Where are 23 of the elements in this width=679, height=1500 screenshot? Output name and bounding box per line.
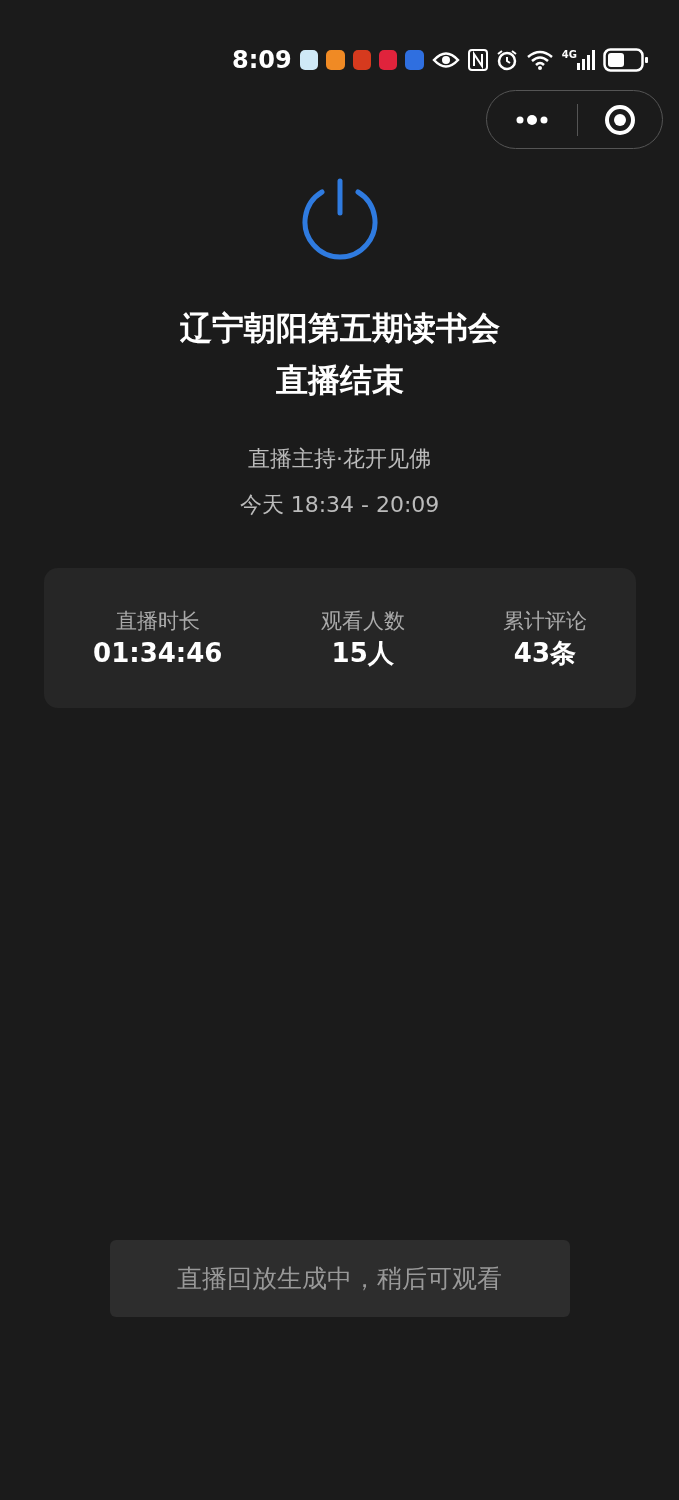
status-time: 8:09 (232, 45, 292, 75)
app-icon (378, 50, 398, 70)
eye-icon (431, 50, 460, 70)
signal-icon (577, 50, 595, 70)
status-heading: 直播结束 (275, 360, 404, 401)
nfc-icon (467, 49, 488, 71)
stat-label: 累计评论 (502, 608, 587, 635)
wifi-icon (525, 49, 554, 71)
time-range: 今天 18:34 - 20:09 (239, 491, 440, 519)
event-title: 辽宁朝阳第五期读书会 (179, 308, 500, 349)
toast-message: 直播回放生成中，稍后可观看 (109, 1240, 570, 1317)
app-icon (326, 50, 345, 70)
host-name: 直播主持·花开见佛 (248, 445, 431, 473)
stat-label: 直播时长 (115, 608, 200, 635)
network-type: 4G (561, 50, 577, 60)
stat-value: 15人 (331, 637, 394, 670)
app-icon (405, 50, 424, 70)
app-icon (352, 50, 371, 70)
stat-value: 43条 (513, 637, 576, 670)
alarm-icon (495, 49, 518, 71)
stat-label: 观看人数 (320, 608, 405, 635)
battery-icon (603, 48, 649, 72)
stat-value: 01:34:46 (93, 637, 223, 670)
